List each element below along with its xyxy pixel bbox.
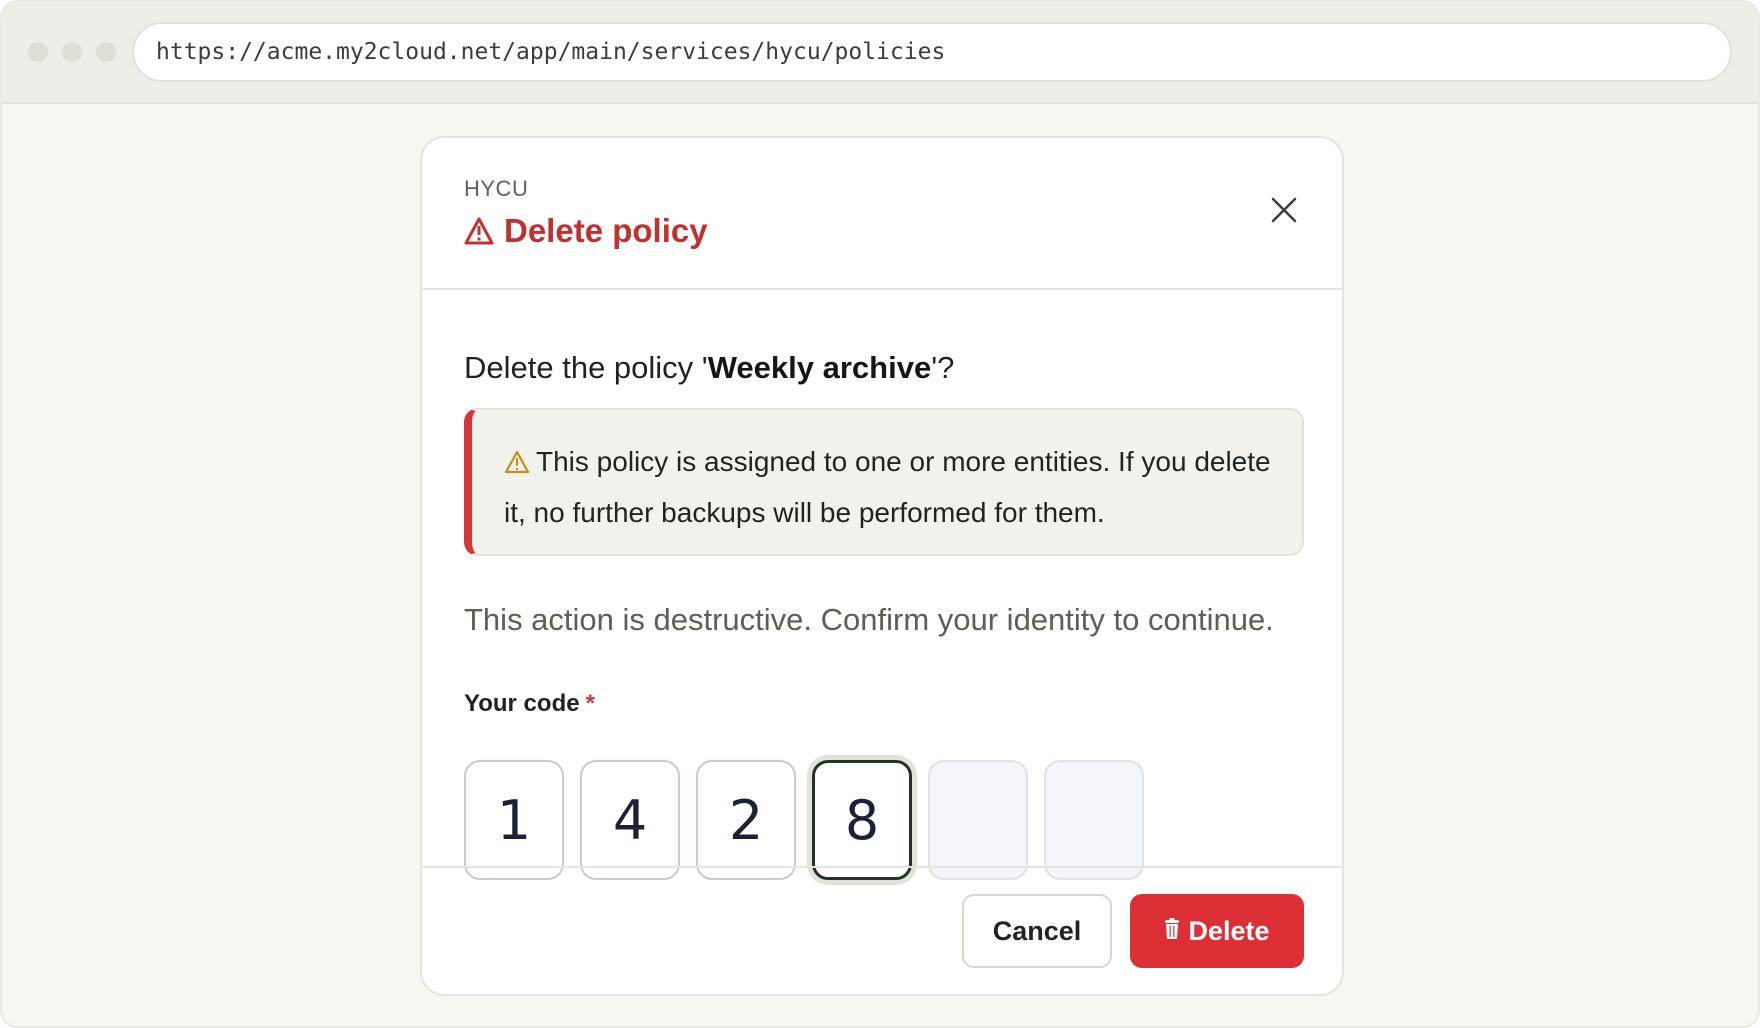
code-input-group: 1 4 2 8: [464, 760, 1144, 880]
browser-window: https://acme.my2cloud.net/app/main/servi…: [0, 0, 1760, 1028]
delete-policy-dialog: HYCU Delete policy Delete the policy 'We…: [420, 136, 1344, 996]
close-button[interactable]: [1264, 192, 1304, 232]
question-prefix: Delete the policy ': [464, 350, 708, 385]
warning-text: This policy is assigned to one or more e…: [504, 446, 1271, 528]
browser-chrome: https://acme.my2cloud.net/app/main/servi…: [2, 2, 1758, 104]
window-dot-minimize[interactable]: [62, 42, 82, 62]
policy-name: Weekly archive: [707, 350, 932, 385]
required-indicator: *: [585, 690, 595, 717]
code-digit-4[interactable]: 8: [812, 760, 912, 880]
assignment-warning: This policy is assigned to one or more e…: [464, 408, 1304, 556]
warning-triangle-icon: [464, 217, 494, 245]
dialog-title: Delete policy: [464, 212, 708, 250]
delete-button[interactable]: Delete: [1130, 894, 1304, 968]
delete-button-label: Delete: [1188, 915, 1270, 946]
code-digit-3[interactable]: 2: [696, 760, 796, 880]
code-digit-6[interactable]: [1044, 760, 1144, 880]
code-digit-2[interactable]: 4: [580, 760, 680, 880]
code-digit-1[interactable]: 1: [464, 760, 564, 880]
cancel-button[interactable]: Cancel: [962, 894, 1112, 968]
dialog-title-text: Delete policy: [504, 212, 708, 249]
confirm-question: Delete the policy 'Weekly archive'?: [464, 350, 954, 386]
warning-icon: [504, 441, 530, 489]
code-label-text: Your code: [464, 690, 580, 717]
address-bar-url: https://acme.my2cloud.net/app/main/servi…: [156, 39, 946, 65]
destructive-note: This action is destructive. Confirm your…: [464, 602, 1274, 637]
window-dot-maximize[interactable]: [96, 42, 116, 62]
trash-icon: [1164, 916, 1180, 947]
close-icon: [1271, 197, 1297, 228]
window-dot-close[interactable]: [28, 42, 48, 62]
dialog-header: HYCU Delete policy: [422, 138, 1342, 290]
code-label: Your code *: [464, 690, 595, 718]
question-suffix: '?: [931, 350, 955, 385]
dialog-footer: Cancel Delete: [422, 866, 1342, 994]
address-bar[interactable]: https://acme.my2cloud.net/app/main/servi…: [132, 22, 1732, 82]
dialog-eyebrow: HYCU: [464, 176, 529, 201]
cancel-button-label: Cancel: [992, 915, 1082, 946]
code-digit-5[interactable]: [928, 760, 1028, 880]
